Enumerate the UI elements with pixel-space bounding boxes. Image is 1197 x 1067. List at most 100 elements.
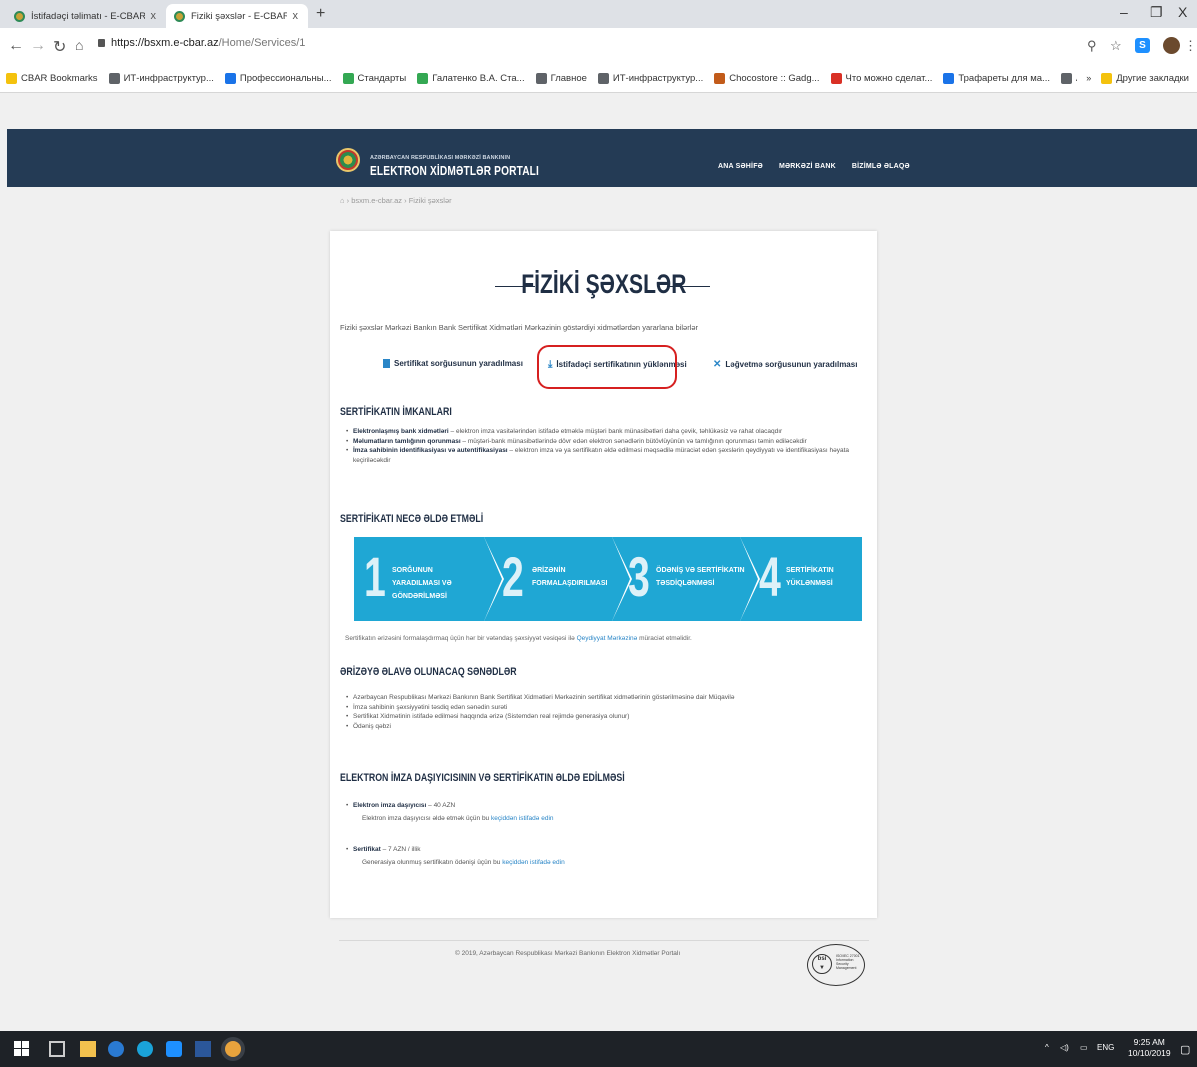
pricing-detail: Elektron imza daşıyıcısı əldə etmək üçün… xyxy=(362,815,554,822)
registration-center-link[interactable]: Qeydiyyat Mərkəzinə xyxy=(577,635,638,642)
bookmark-item[interactable]: CBAR Bookmarks xyxy=(6,72,98,84)
chrome-icon[interactable] xyxy=(225,1041,241,1057)
bookmark-favicon-icon xyxy=(417,72,429,84)
bookmark-item[interactable]: Трафареты для ма... xyxy=(943,72,1050,84)
bookmark-label: Трафареты для ма... xyxy=(958,72,1050,84)
bookmarks-overflow: » Другие закладки xyxy=(1077,64,1197,93)
home-icon[interactable]: ⌂ xyxy=(340,196,345,205)
windows-taskbar: ^ ◁) ▭ ENG 9:25 AM 10/10/2019 ▢ xyxy=(0,1031,1197,1067)
list-item: Sertifikat – 7 AZN / illik xyxy=(346,845,856,855)
extension-skype-icon[interactable]: S xyxy=(1135,38,1150,53)
word-icon[interactable] xyxy=(195,1041,211,1057)
minimize-button[interactable]: – xyxy=(1120,4,1128,20)
notifications-icon[interactable]: ▢ xyxy=(1180,1043,1190,1056)
tray-chevron-icon[interactable]: ^ xyxy=(1045,1043,1049,1052)
token-purchase-link[interactable]: keçiddən istifadə edin xyxy=(491,815,554,822)
action-label: Sertifikat sorğusunun yaradılması xyxy=(394,359,523,368)
new-tab-button[interactable]: + xyxy=(316,5,325,23)
step-number: 3 xyxy=(628,545,650,608)
logo-title[interactable]: ELEKTRON XİDMƏTLƏR PORTALI xyxy=(370,163,539,178)
step-label: ƏRİZƏNİN FORMALAŞDIRILMASI xyxy=(532,567,608,587)
close-icon: ✕ xyxy=(713,359,722,370)
bookmark-label: Галатенко В.А. Ста... xyxy=(432,72,525,84)
browser-icon[interactable] xyxy=(108,1041,124,1057)
bookmark-favicon-icon xyxy=(943,72,955,84)
skype-icon[interactable] xyxy=(166,1041,182,1057)
cert-features-list: Elektronlaşmış bank xidmətləri – elektro… xyxy=(346,427,856,465)
list-item: İmza sahibinin şəxsiyyətini təsdiq edən … xyxy=(346,703,856,713)
zoom-icon[interactable]: ⚲ xyxy=(1087,38,1097,54)
step-label: SORĞUNUN YARADILMASI VƏ GÖNDƏRİLMƏSİ xyxy=(392,567,452,600)
bookmark-item[interactable]: Стандарты xyxy=(342,72,406,84)
forward-arrow-icon[interactable]: → xyxy=(30,37,46,55)
footer-divider xyxy=(339,940,869,941)
menu-dots-icon[interactable]: ⋮ xyxy=(1184,38,1197,54)
create-revocation-request-link[interactable]: ✕ Ləğvetmə sorğusunun yaradılması xyxy=(713,359,857,370)
network-icon[interactable]: ▭ xyxy=(1080,1043,1088,1052)
other-bookmarks-label: Другие закладки xyxy=(1116,72,1189,84)
bookmark-favicon-icon xyxy=(1060,72,1072,84)
volume-icon[interactable]: ◁) xyxy=(1060,1043,1069,1052)
cbar-emblem-icon[interactable] xyxy=(336,148,360,172)
home-icon[interactable]: ⌂ xyxy=(75,37,83,53)
registration-note: Sertifikatın ərizəsini formalaşdırmaq üç… xyxy=(345,635,692,642)
pricing-list: Sertifikat – 7 AZN / illik xyxy=(346,845,856,855)
nav-home-link[interactable]: ANA SƏHİFƏ xyxy=(718,163,763,170)
bookmark-item[interactable]: ИТ-инфраструктур... xyxy=(108,72,214,84)
file-explorer-icon[interactable] xyxy=(80,1041,96,1057)
clock[interactable]: 9:25 AM 10/10/2019 xyxy=(1128,1037,1171,1059)
bookmark-label: CBAR Bookmarks xyxy=(21,72,98,84)
bookmark-star-icon[interactable]: ☆ xyxy=(1110,38,1122,54)
bookmark-favicon-icon xyxy=(108,72,120,84)
windows-start-icon[interactable] xyxy=(14,1041,30,1057)
pricing-list: Elektron imza daşıyıcısı – 40 AZN xyxy=(346,801,856,811)
create-cert-request-link[interactable]: Sertifikat sorğusunun yaradılması xyxy=(383,359,523,368)
close-window-button[interactable]: X xyxy=(1178,4,1187,20)
document-icon xyxy=(383,359,390,368)
nav-central-bank-link[interactable]: MƏRKƏZİ BANK xyxy=(779,163,836,170)
bookmark-favicon-icon xyxy=(224,72,236,84)
logo-subtitle: AZƏRBAYCAN RESPUBLİKASI MƏRKƏZİ BANKININ xyxy=(370,155,511,161)
tab-close-icon[interactable]: x xyxy=(151,10,157,22)
reload-icon[interactable]: ↻ xyxy=(53,37,66,57)
folder-icon xyxy=(1101,72,1113,84)
content-card: FİZİKİ ŞƏXSLƏR Fiziki şəxslər Mərkəzi Ba… xyxy=(330,231,877,918)
red-highlight-outline xyxy=(537,345,677,389)
network-app-icon[interactable] xyxy=(137,1041,153,1057)
cert-payment-link[interactable]: keçiddən istifadə edin xyxy=(502,859,565,866)
bookmark-item[interactable]: Профессиональны... xyxy=(224,72,332,84)
list-item: Ödəniş qəbzi xyxy=(346,722,856,732)
maximize-button[interactable]: ❐ xyxy=(1150,4,1163,21)
back-arrow-icon[interactable]: ← xyxy=(8,37,24,55)
address-bar-row: ← → ↻ ⌂ https://bsxm.e-cbar.az/Home/Serv… xyxy=(0,28,1197,64)
bookmark-item[interactable]: Chocostore :: Gadg... xyxy=(714,72,820,84)
bookmark-favicon-icon xyxy=(535,72,547,84)
iso-certificate-badge: bsi ▼ ISO/IEC 27001 Information Security … xyxy=(807,944,865,986)
bookmark-item[interactable]: ИТ-инфраструктур... xyxy=(597,72,703,84)
nav-contact-link[interactable]: BİZİMLƏ ƏLAQƏ xyxy=(852,163,910,170)
profile-avatar-icon[interactable] xyxy=(1163,37,1180,54)
bookmarks-more-button[interactable]: » xyxy=(1086,73,1091,83)
clock-date: 10/10/2019 xyxy=(1128,1048,1171,1058)
browser-tab[interactable]: İstifadəçi təlimatı - E-CBAR BSXM x xyxy=(6,4,166,28)
browser-tab-active[interactable]: Fiziki şəxslər - E-CBAR BSXM x xyxy=(166,4,308,28)
bookmark-item[interactable]: Что можно сделат... xyxy=(830,72,932,84)
bookmark-label: Chocostore :: Gadg... xyxy=(729,72,820,84)
lock-icon xyxy=(98,39,105,47)
language-indicator[interactable]: ENG xyxy=(1097,1043,1114,1052)
url-field[interactable]: https://bsxm.e-cbar.az/Home/Services/1 xyxy=(98,37,305,49)
main-nav: ANA SƏHİFƏ MƏRKƏZİ BANK BİZİMLƏ ƏLAQƏ xyxy=(718,163,910,170)
bookmark-item[interactable]: Галатенко В.А. Ста... xyxy=(417,72,525,84)
section-title: ELEKTRON İMZA DAŞIYICISININ VƏ SERTİFİKA… xyxy=(340,772,625,784)
other-bookmarks-folder[interactable]: Другие закладки xyxy=(1101,72,1189,84)
bookmark-favicon-icon xyxy=(597,72,609,84)
bookmark-favicon-icon xyxy=(714,72,726,84)
bookmark-item[interactable]: Главное xyxy=(535,72,587,84)
tab-close-icon[interactable]: x xyxy=(293,10,299,22)
task-view-icon[interactable] xyxy=(49,1041,65,1057)
step-label: SERTİFİKATIN YÜKLƏNMƏSİ xyxy=(786,567,834,587)
bookmarks-bar: CBAR Bookmarks ИТ-инфраструктур... Професс… xyxy=(0,64,1197,93)
tab-title: Fiziki şəxslər - E-CBAR BSXM xyxy=(191,10,287,22)
clock-time: 9:25 AM xyxy=(1133,1037,1165,1047)
bookmark-favicon-icon xyxy=(342,72,354,84)
